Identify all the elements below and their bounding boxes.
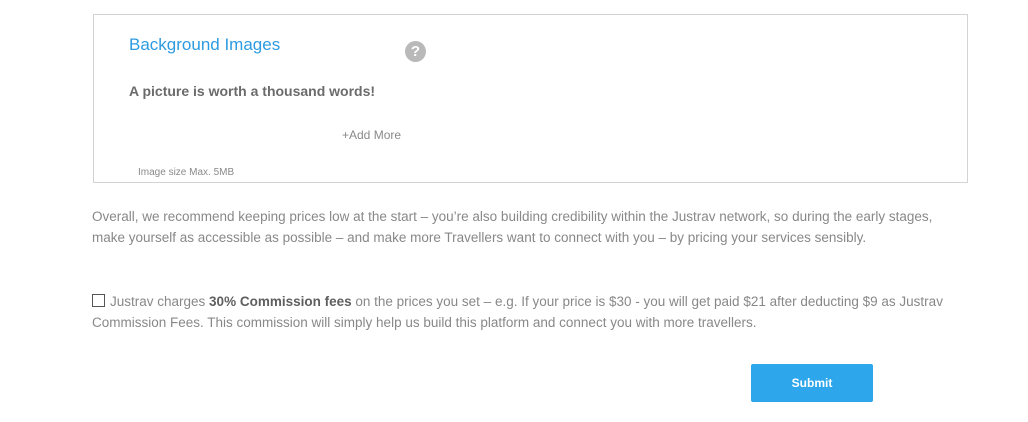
pricing-recommendation-text: Overall, we recommend keeping prices low… (92, 209, 933, 245)
commission-text-prefix: Justrav charges (110, 294, 210, 309)
background-images-title: Background Images (129, 35, 281, 54)
tagline: A picture is worth a thousand words! (129, 83, 376, 99)
commission-agreement: Justrav charges 30% Commission fees on t… (92, 291, 962, 333)
add-more-link[interactable]: +Add More (342, 128, 401, 142)
help-icon[interactable]: ? (405, 41, 426, 62)
submit-button[interactable]: Submit (751, 364, 873, 402)
background-images-panel: Background Images ? A picture is worth a… (93, 14, 968, 183)
page: Background Images ? A picture is worth a… (0, 0, 1028, 422)
commission-rate: 30% Commission fees (209, 294, 352, 309)
image-size-note: Image size Max. 5MB (138, 167, 235, 178)
commission-checkbox[interactable] (92, 294, 105, 307)
